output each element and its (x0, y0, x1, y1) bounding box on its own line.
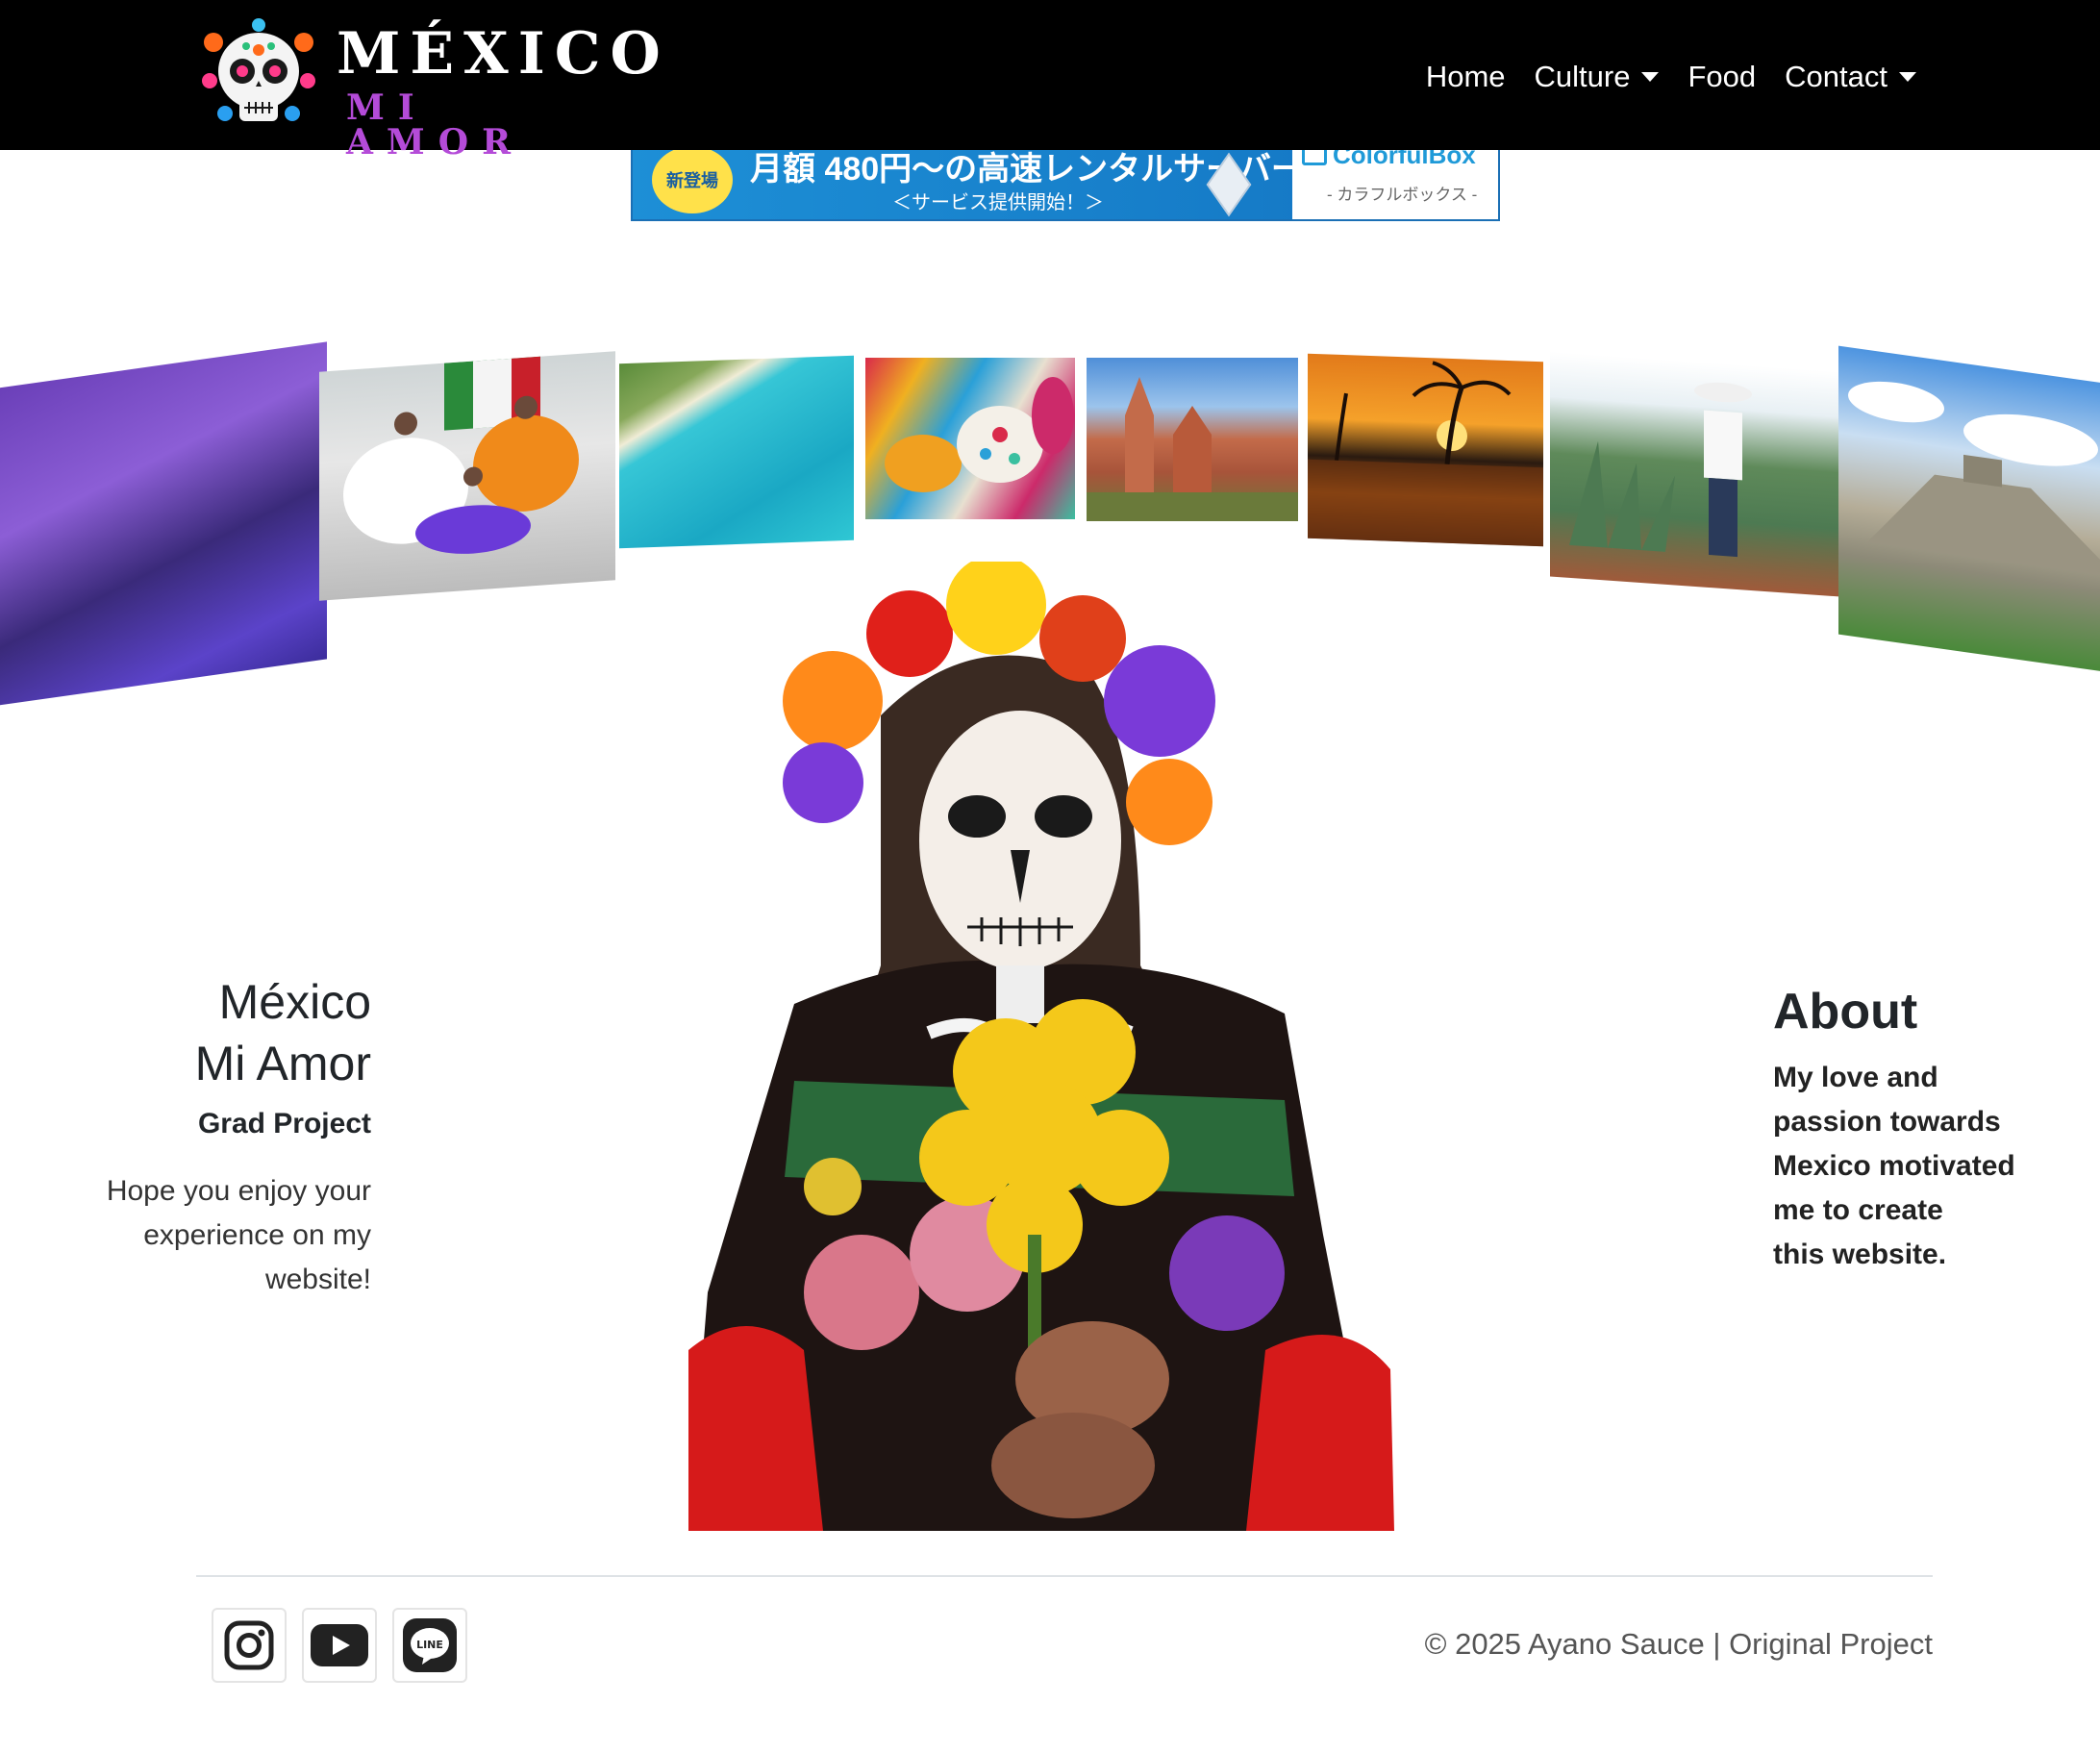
nav-food-label: Food (1688, 60, 1757, 93)
instagram-icon (224, 1620, 274, 1670)
hero-intro: México Mi Amor Grad Project Hope you enj… (25, 971, 371, 1302)
social-links: LINE (212, 1608, 467, 1683)
svg-text:LINE: LINE (416, 1639, 443, 1651)
about-line1: My love and (1773, 1062, 1938, 1093)
nav-contact-dropdown[interactable]: Contact (1770, 56, 1931, 98)
hero-title: México Mi Amor (25, 971, 371, 1094)
line-link[interactable]: LINE (392, 1608, 467, 1683)
hero-description: Hope you enjoy your experience on my web… (25, 1169, 371, 1302)
jacaranda-trees-photo[interactable] (0, 341, 327, 707)
nav-home[interactable]: Home (1412, 56, 1520, 98)
hero-title-line1: México (218, 975, 371, 1029)
youtube-link[interactable] (302, 1608, 377, 1683)
line-icon: LINE (403, 1618, 457, 1672)
logo-subtitle: MI AMOR (346, 88, 525, 163)
hero-desc-line1: Hope you enjoy your (106, 1175, 371, 1207)
ad-badge: 新登場 (652, 146, 733, 213)
instagram-link[interactable] (212, 1608, 287, 1683)
hero-desc-line2: experience on my (143, 1219, 371, 1251)
about-line2: passion towards (1773, 1106, 2001, 1138)
youtube-icon (311, 1624, 368, 1666)
about-section: About My love and passion towards Mexico… (1773, 981, 2081, 1277)
nav-culture-label: Culture (1534, 60, 1631, 93)
navbar: MÉXICO MI AMOR Home Culture Food Contact (0, 0, 2100, 160)
caribbean-beach-photo[interactable] (619, 355, 854, 549)
hero-subtitle: Grad Project (197, 1108, 371, 1139)
sugar-skull-icon (202, 18, 315, 121)
agave-harvest-photo[interactable] (1550, 351, 1840, 597)
nav-contact-label: Contact (1785, 60, 1888, 93)
main-nav: Home Culture Food Contact (1412, 56, 1931, 98)
ad-subline: ＜サービス提供開始！＞ (892, 192, 1104, 213)
dancers-illustration (343, 356, 579, 554)
about-line5: this website. (1773, 1239, 1947, 1270)
palm-sunset-photo[interactable] (1308, 353, 1543, 547)
ad-brand-kana: - カラフルボックス - (1327, 186, 1478, 204)
nav-home-label: Home (1425, 60, 1506, 93)
about-title: About (1773, 984, 1918, 1039)
pyramid-illustration (1848, 381, 2100, 578)
chichen-itza-pyramid-photo[interactable] (1838, 345, 2100, 674)
folklorico-dancers-photo[interactable] (319, 351, 615, 601)
catrina-portrait-image (688, 562, 1394, 1531)
about-line4: me to create (1773, 1194, 1943, 1226)
hero-title-line2: Mi Amor (194, 1037, 371, 1090)
footer-divider (196, 1575, 1933, 1577)
site-logo[interactable]: MÉXICO MI AMOR (196, 15, 661, 160)
hero-desc-line3: website! (264, 1264, 371, 1295)
palm-sunset-illustration (1308, 361, 1543, 547)
about-body: My love and passion towards Mexico motiv… (1773, 1056, 2081, 1277)
caret-down-icon (1641, 72, 1660, 82)
about-line3: Mexico motivated (1773, 1150, 2015, 1182)
agave-illustration (1569, 382, 1752, 558)
church-illustration (1087, 377, 1298, 521)
logo-title: MÉXICO (337, 20, 670, 88)
nav-food[interactable]: Food (1673, 56, 1770, 98)
copyright-text: © 2025 Ayano Sauce | Original Project (1424, 1627, 1933, 1661)
caret-down-icon (1899, 72, 1916, 82)
alebrije-figures (885, 377, 1074, 492)
san-miguel-church-photo[interactable] (1087, 358, 1298, 521)
nav-culture-dropdown[interactable]: Culture (1520, 56, 1674, 98)
alebrijes-photo[interactable] (865, 358, 1075, 519)
